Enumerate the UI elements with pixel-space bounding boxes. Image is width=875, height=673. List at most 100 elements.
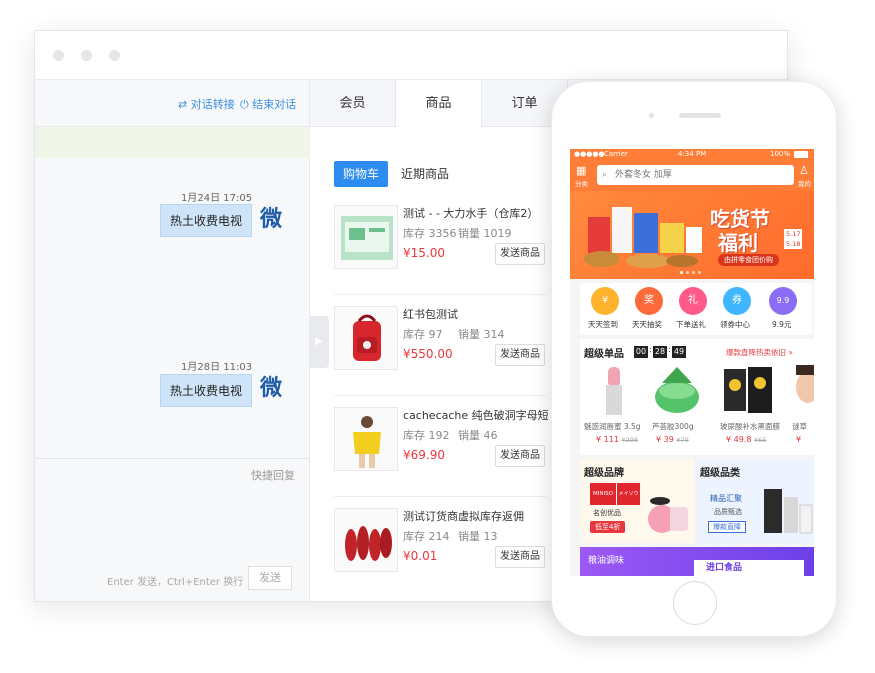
quick-reply-link[interactable]: 快捷回复: [251, 467, 295, 483]
send-product-button[interactable]: 发送商品: [495, 243, 545, 265]
entry-lottery[interactable]: 奖 天天抽奖: [632, 283, 666, 335]
snack-products-image: [584, 207, 702, 268]
battery-icon: [794, 151, 808, 158]
message-time: 1月24日 17:05: [181, 193, 253, 204]
plush-products-image: [648, 497, 688, 533]
super-single-section: 超级单品 00 : 28 : 49 爆款直降热卖依旧 » 魅惑润唇蜜 3.5g …: [580, 339, 814, 455]
countdown-seconds: 49: [672, 346, 686, 358]
product-name: 测试 - - 大力水手（仓库2）: [403, 207, 539, 220]
home-button[interactable]: [673, 581, 717, 625]
countdown-sep: :: [649, 345, 652, 354]
avatar: 微: [259, 376, 282, 401]
banner-date: 5.18: [784, 239, 803, 249]
collapse-toggle[interactable]: ▶: [309, 316, 329, 368]
product-row: 测试订货商虚拟库存返佣 库存 214 销量 13 ¥0.01 发送商品: [334, 498, 546, 598]
product-price: ¥550.00: [403, 347, 453, 361]
chat-panel: ⇄ 对话转接 ⏻ 结束对话 1月24日 17:05 热土收费电视 微 1月28日…: [35, 80, 310, 601]
product-stock: 库存 97: [403, 328, 443, 341]
entry-coupons[interactable]: 券 领券中心: [720, 283, 754, 335]
product-image: [334, 205, 398, 269]
end-chat-link[interactable]: ⏻ 结束对话: [240, 96, 296, 112]
product-price: ¥ 39 ¥79: [656, 435, 689, 444]
price-tag-icon: 9.9: [769, 287, 797, 315]
product-price: ¥15.00: [403, 246, 445, 260]
window-dot-maximize[interactable]: [109, 50, 120, 61]
message-bubble: 热土收费电视: [160, 204, 253, 237]
tab-member[interactable]: 会员: [310, 80, 396, 127]
transfer-icon: ⇄: [178, 98, 188, 111]
section-title: 超级单品: [584, 349, 624, 360]
top-bar: ▦ 分类 ⌕ 外套冬女 加厚 ♙ 我的: [570, 161, 814, 191]
product-name: 测试订货商虚拟库存返佣: [403, 510, 524, 523]
category-banner[interactable]: 粮油调味 进口食品: [580, 547, 814, 576]
power-icon: ⏻: [240, 98, 249, 111]
product-sales: 销量 13: [458, 530, 498, 543]
search-input[interactable]: ⌕ 外套冬女 加厚: [597, 165, 794, 185]
section-title: 超级品类: [700, 468, 740, 479]
quick-entry-row: ¥ 天天签到 奖 天天抽奖 礼 下单送礼 券 领券中心 9.9 9.9元: [580, 283, 812, 335]
send-product-button[interactable]: 发送商品: [495, 546, 545, 568]
product-row: 红书包测试 库存 97 销量 314 ¥550.00 发送商品: [334, 296, 546, 396]
send-product-button[interactable]: 发送商品: [495, 344, 545, 366]
product-stock: 库存 192: [403, 429, 450, 442]
product-image: [334, 407, 398, 471]
product-image: [334, 306, 398, 370]
title-bar: [35, 31, 787, 80]
side-button: [836, 202, 840, 242]
category-name: 精品汇聚: [710, 494, 742, 503]
promo-banner[interactable]: 吃货节 福利 5.17 5.18 由拼零食团价购: [570, 191, 814, 279]
product-sales: 销量 1019: [458, 227, 512, 240]
banner-subtitle: 福利: [718, 231, 758, 255]
status-bar: ●●●●● Carrier 4:34 PM 100%: [570, 149, 814, 161]
product-row: cachecache 纯色破洞字母短袖... 库存 192 销量 46 ¥69.…: [334, 397, 548, 497]
chat-header: ⇄ 对话转接 ⏻ 结束对话: [35, 80, 310, 127]
product-name: 魅惑润唇蜜 3.5g: [584, 422, 641, 431]
coupon-icon: 券: [723, 287, 751, 315]
miniso-logo-jp: メイソウ: [616, 483, 640, 505]
user-icon[interactable]: ♙: [799, 164, 809, 177]
super-category-card[interactable]: 超级品类 精品汇聚 品质甄选 爆款直降: [696, 459, 814, 543]
product-price: ¥0.01: [403, 549, 438, 563]
entry-label: 领券中心: [720, 320, 750, 329]
product-price: ¥ 111 ¥298: [596, 435, 638, 444]
product-name: 芦荟胶300g: [652, 422, 694, 431]
entry-signin[interactable]: ¥ 天天签到: [588, 283, 622, 335]
window-dot-minimize[interactable]: [81, 50, 92, 61]
window-dot-close[interactable]: [53, 50, 64, 61]
prize-icon: 奖: [635, 287, 663, 315]
entry-9-9[interactable]: 9.9 9.9元: [766, 283, 800, 335]
section-title: 超级品牌: [584, 468, 624, 479]
product-row: 测试 - - 大力水手（仓库2） 库存 3356 销量 1019 ¥15.00 …: [334, 195, 546, 295]
category-badge: 爆款直降: [708, 521, 746, 533]
send-button[interactable]: 发送: [248, 566, 292, 590]
banner-tag: 由拼零食团价购: [718, 254, 779, 266]
tab-cart[interactable]: 购物车: [334, 161, 388, 187]
tab-recent-products[interactable]: 近期商品: [401, 161, 449, 187]
battery-level: 100%: [770, 150, 791, 158]
send-product-button[interactable]: 发送商品: [495, 445, 545, 467]
transfer-chat-link[interactable]: ⇄ 对话转接: [178, 96, 235, 112]
me-label[interactable]: 我的: [798, 178, 811, 188]
banner-label: 进口食品: [694, 560, 804, 576]
category-sub: 品质甄选: [714, 508, 742, 516]
phone-screen: ●●●●● Carrier 4:34 PM 100% ▦ 分类 ⌕ 外套冬女 加…: [570, 149, 814, 576]
face-mask-image: [724, 367, 772, 413]
carousel-dots: [680, 271, 710, 274]
input-hint: Enter 发送，Ctrl+Enter 换行: [107, 577, 244, 588]
tab-products[interactable]: 商品: [396, 80, 482, 128]
chevron-right-icon: ▶: [315, 336, 323, 347]
product-stock: 库存 3356: [403, 227, 457, 240]
product-price: ¥ 49.8 ¥65: [726, 435, 767, 444]
gift-icon: 礼: [679, 287, 707, 315]
discount-badge: 低至4折: [590, 521, 626, 533]
product-name: cachecache 纯色破洞字母短袖...: [403, 409, 548, 422]
entry-gift[interactable]: 礼 下单送礼: [676, 283, 710, 335]
side-button: [548, 182, 552, 222]
grid-icon[interactable]: ▦: [576, 165, 590, 177]
promo-link[interactable]: 爆款直降热卖依旧 »: [726, 347, 793, 358]
category-label[interactable]: 分类: [575, 178, 588, 188]
super-brand-card[interactable]: 超级品牌 MINISO メイソウ 名创优品 低至4折: [580, 459, 694, 543]
signal-icon: ●●●●●: [574, 150, 605, 158]
product-sales: 销量 314: [458, 328, 505, 341]
countdown-hours: 00: [634, 346, 648, 358]
